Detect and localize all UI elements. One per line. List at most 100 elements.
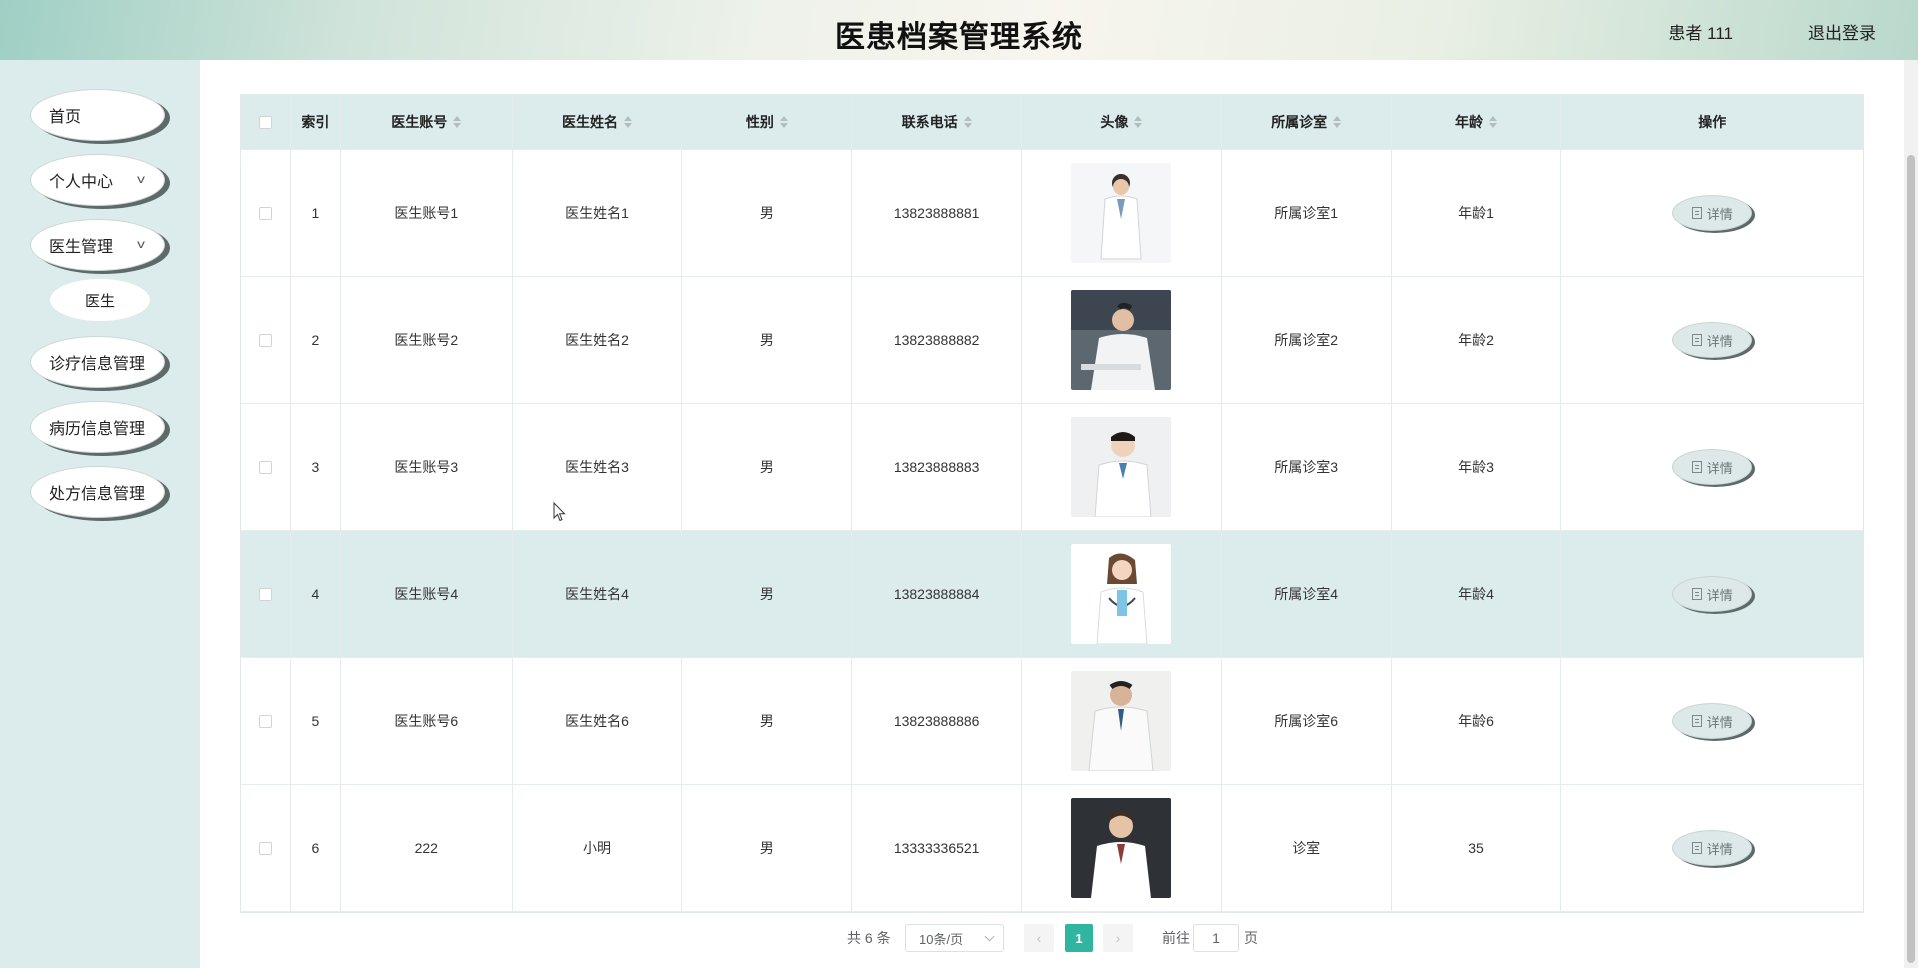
- detail-button-label: 详情: [1706, 333, 1733, 349]
- doctor-avatar-image[interactable]: [1071, 798, 1172, 898]
- sidebar-item-personal-center[interactable]: 个人中心 v: [30, 154, 165, 206]
- checkbox[interactable]: [258, 333, 272, 347]
- sort-icon[interactable]: [453, 116, 462, 128]
- document-icon: [1691, 588, 1702, 600]
- document-icon: [1691, 842, 1702, 854]
- goto-page-input[interactable]: 1: [1193, 924, 1239, 952]
- sidebar-item-home[interactable]: 首页: [30, 89, 165, 141]
- cell-actions: 详情: [1561, 404, 1863, 530]
- sidebar-item-prescription[interactable]: 处方信息管理: [30, 466, 165, 518]
- sort-icon[interactable]: [1134, 116, 1143, 128]
- detail-button-label: 详情: [1706, 587, 1733, 603]
- sidebar-item-treatment-info[interactable]: 诊疗信息管理: [30, 336, 165, 388]
- cell-actions: 详情: [1561, 150, 1863, 276]
- sidebar-item-medical-record[interactable]: 病历信息管理: [30, 401, 165, 453]
- doctor-avatar-image[interactable]: [1071, 417, 1172, 517]
- table-row[interactable]: 3 医生账号3 医生姓名3 男 13823888883 所属诊室3 年龄3 详情: [241, 404, 1863, 531]
- row-select-cell[interactable]: [241, 785, 291, 911]
- header-select-all[interactable]: [241, 95, 291, 149]
- cell-value: 2: [311, 332, 320, 348]
- table-row[interactable]: 4 医生账号4 医生姓名4 男 13823888884 所属诊室4 年龄4 详情: [241, 531, 1863, 658]
- cell-value: 年龄6: [1458, 713, 1494, 729]
- detail-button[interactable]: 详情: [1672, 703, 1753, 739]
- table-row[interactable]: 5 医生账号6 医生姓名6 男 13823888886 所属诊室6 年龄6 详情: [241, 658, 1863, 785]
- cell-sex: 男: [682, 404, 853, 530]
- checkbox[interactable]: [258, 587, 272, 601]
- row-select-cell[interactable]: [241, 531, 291, 657]
- detail-button[interactable]: 详情: [1672, 830, 1753, 866]
- top-header: 医患档案管理系统 患者 111 退出登录: [0, 0, 1918, 60]
- document-icon: [1691, 334, 1702, 346]
- column-header-sortable[interactable]: 所属诊室: [1222, 95, 1392, 149]
- cell-name: 医生姓名6: [513, 658, 683, 784]
- detail-button[interactable]: 详情: [1672, 195, 1753, 231]
- doctor-avatar-image[interactable]: [1071, 671, 1172, 771]
- column-header-sortable[interactable]: 医生账号: [341, 95, 513, 149]
- logout-link[interactable]: 退出登录: [1808, 19, 1876, 44]
- table-row[interactable]: 1 医生账号1 医生姓名1 男 13823888881 所属诊室1 年龄1 详情: [241, 150, 1863, 277]
- checkbox[interactable]: [258, 841, 272, 855]
- cell-account: 医生账号1: [341, 150, 513, 276]
- prev-page-button[interactable]: ‹: [1024, 924, 1054, 952]
- column-header: 索引: [291, 95, 341, 149]
- column-header-sortable[interactable]: 年龄: [1392, 95, 1562, 149]
- sidebar-item-doctor-management[interactable]: 医生管理 v: [30, 219, 165, 271]
- cell-room: 所属诊室6: [1222, 658, 1392, 784]
- sort-icon[interactable]: [624, 116, 633, 128]
- sidebar-subitem-doctor[interactable]: 医生: [50, 279, 150, 321]
- cell-value: 医生姓名1: [565, 205, 629, 221]
- row-select-cell[interactable]: [241, 150, 291, 276]
- column-header-sortable[interactable]: 头像: [1022, 95, 1222, 149]
- cell-avatar: [1022, 658, 1222, 784]
- cell-value: 13823888881: [893, 205, 980, 221]
- cell-age: 年龄2: [1392, 277, 1562, 403]
- checkbox[interactable]: [258, 206, 272, 220]
- page-number-current[interactable]: 1: [1065, 924, 1093, 952]
- sort-icon[interactable]: [1333, 116, 1342, 128]
- doctor-avatar-image[interactable]: [1071, 290, 1172, 390]
- cell-avatar: [1022, 531, 1222, 657]
- next-page-button[interactable]: ›: [1103, 924, 1133, 952]
- cell-value: 35: [1468, 840, 1484, 856]
- row-select-cell[interactable]: [241, 404, 291, 530]
- column-header-sortable[interactable]: 性别: [682, 95, 853, 149]
- sidebar-item-label: 首页: [49, 109, 82, 126]
- detail-button[interactable]: 详情: [1672, 322, 1753, 358]
- cell-value: 医生姓名6: [565, 713, 629, 729]
- checkbox[interactable]: [258, 460, 272, 474]
- chevron-down-icon: [984, 931, 995, 942]
- cell-value: 医生账号1: [394, 205, 459, 221]
- sidebar-item-label: 病历信息管理: [49, 421, 146, 438]
- sort-icon[interactable]: [1488, 116, 1497, 128]
- sort-icon[interactable]: [963, 116, 972, 128]
- column-header-sortable[interactable]: 联系电话: [852, 95, 1023, 149]
- row-select-cell[interactable]: [241, 658, 291, 784]
- sidebar-subitem-label: 医生: [84, 292, 115, 310]
- row-select-cell[interactable]: [241, 277, 291, 403]
- vertical-scrollbar[interactable]: [1904, 60, 1918, 968]
- cell-phone: 13823888882: [852, 277, 1023, 403]
- detail-button[interactable]: 详情: [1672, 449, 1753, 485]
- cell-value: 医生姓名3: [565, 459, 629, 475]
- checkbox[interactable]: [258, 714, 272, 728]
- table-row[interactable]: 2 医生账号2 医生姓名2 男 13823888882 所属诊室2 年龄2 详情: [241, 277, 1863, 404]
- detail-button-label: 详情: [1706, 460, 1733, 476]
- scrollbar-thumb[interactable]: [1907, 155, 1915, 963]
- cell-phone: 13823888886: [852, 658, 1023, 784]
- doctor-avatar-image[interactable]: [1071, 544, 1172, 644]
- sidebar-item-label: 诊疗信息管理: [49, 356, 146, 373]
- cell-value: 13823888884: [893, 586, 980, 602]
- cell-account: 医生账号6: [341, 658, 513, 784]
- cell-value: 所属诊室3: [1274, 459, 1339, 475]
- table-row[interactable]: 6 222 小明 男 13333336521 诊室 35 详情: [241, 785, 1863, 912]
- doctor-avatar-image[interactable]: [1071, 163, 1172, 263]
- sort-icon[interactable]: [779, 116, 788, 128]
- column-header-label: 年龄: [1454, 114, 1483, 130]
- column-header-sortable[interactable]: 医生姓名: [513, 95, 683, 149]
- goto-label: 前往: [1162, 930, 1190, 946]
- page-size-select[interactable]: 10条/页: [905, 924, 1004, 952]
- checkbox[interactable]: [258, 115, 272, 129]
- cell-actions: 详情: [1561, 531, 1863, 657]
- current-user-label: 患者 111: [1668, 24, 1733, 43]
- detail-button[interactable]: 详情: [1672, 576, 1753, 612]
